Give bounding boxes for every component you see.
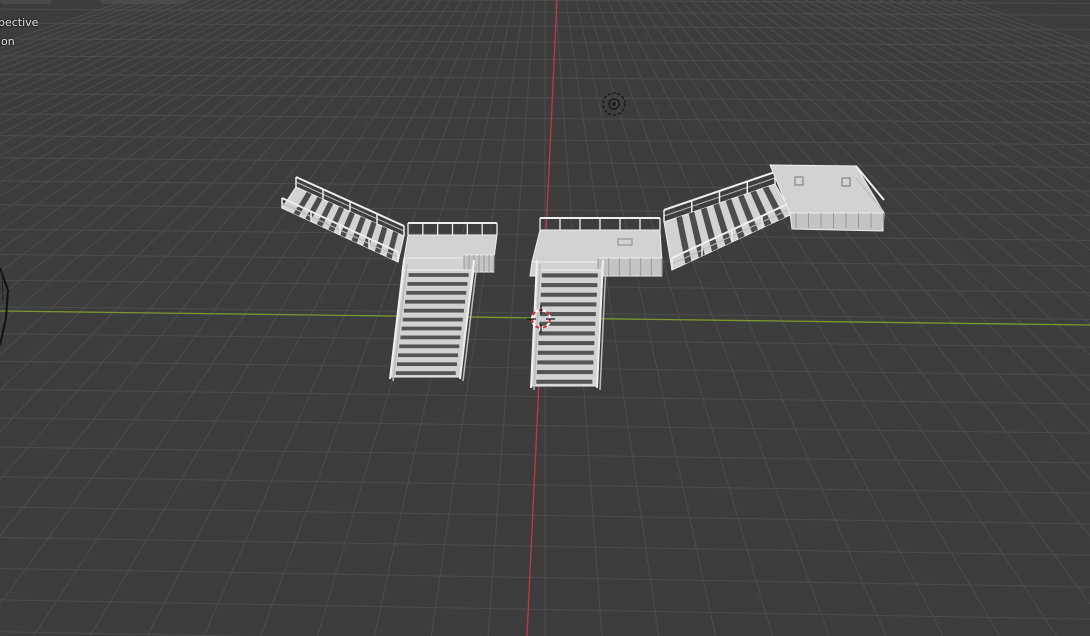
stairs-right-mesh[interactable] — [529, 164, 885, 391]
light-object[interactable] — [602, 92, 626, 116]
view-name-label: pective — [0, 16, 39, 29]
viewport-canvas[interactable] — [0, 0, 1090, 636]
stairs-left-mesh[interactable] — [281, 176, 498, 382]
3d-viewport[interactable]: pective ion — [0, 0, 1090, 636]
collection-name-label: ion — [0, 35, 15, 48]
